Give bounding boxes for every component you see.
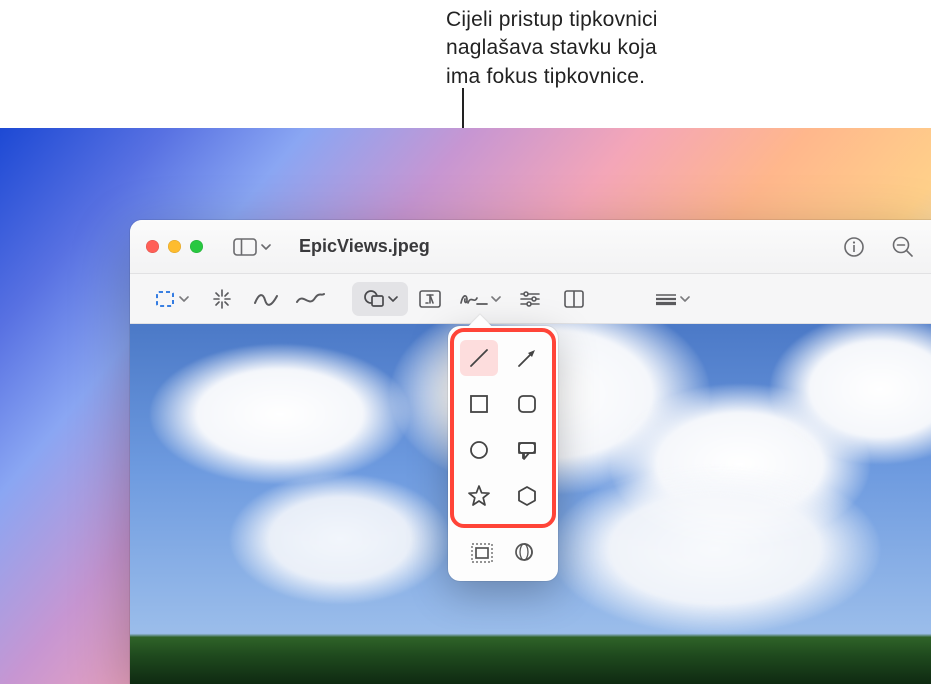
loupe-tool-option[interactable] <box>506 537 544 569</box>
speech-bubble-shape-option[interactable] <box>508 432 546 468</box>
sliders-icon <box>518 290 542 308</box>
desktop-background: EpicViews.jpeg <box>0 128 931 684</box>
callout-line-2: naglašava stavku koja <box>446 34 658 62</box>
square-shape-option[interactable] <box>460 386 498 422</box>
sign-tool-button[interactable] <box>452 282 508 316</box>
cloud-decoration <box>230 474 450 604</box>
traffic-lights <box>146 240 203 253</box>
minimize-button[interactable] <box>168 240 181 253</box>
close-button[interactable] <box>146 240 159 253</box>
circle-shape-option[interactable] <box>460 432 498 468</box>
text-tool-button[interactable] <box>408 282 452 316</box>
info-icon <box>843 236 865 258</box>
markup-toolbar <box>130 274 931 324</box>
sparkle-icon <box>210 288 234 310</box>
chevron-down-icon <box>491 294 501 304</box>
shapes-tool-button[interactable] <box>352 282 408 316</box>
star-icon <box>467 484 491 508</box>
chevron-down-icon <box>680 294 690 304</box>
chevron-down-icon <box>179 294 189 304</box>
callout-text: Cijeli pristup tipkovnici naglašava stav… <box>446 6 658 91</box>
maximize-button[interactable] <box>190 240 203 253</box>
callout-line-1: Cijeli pristup tipkovnici <box>446 6 658 34</box>
zoom-out-button[interactable] <box>891 235 915 259</box>
preview-window: EpicViews.jpeg <box>130 220 931 684</box>
rounded-square-icon <box>516 393 538 415</box>
speech-bubble-icon <box>515 439 539 461</box>
titlebar: EpicViews.jpeg <box>130 220 931 274</box>
text-box-icon <box>418 289 442 309</box>
zoom-out-icon <box>891 235 915 259</box>
shape-grid <box>456 334 550 522</box>
arrow-icon <box>515 346 539 370</box>
window-title: EpicViews.jpeg <box>299 236 430 257</box>
sketch-tool-button[interactable] <box>288 282 332 316</box>
line-shape-option[interactable] <box>460 340 498 376</box>
scribble-icon <box>253 290 279 308</box>
line-weight-icon <box>654 292 678 306</box>
shapes-popover <box>448 326 558 581</box>
shapes-icon <box>362 289 386 309</box>
wave-icon <box>295 290 325 308</box>
cloud-decoration <box>150 344 410 484</box>
circle-icon <box>468 439 490 461</box>
loupe-icon <box>513 541 537 565</box>
sidebar-toggle-button[interactable] <box>233 238 271 256</box>
hexagon-icon <box>516 485 538 507</box>
crop-icon <box>563 289 585 309</box>
select-icon <box>155 289 177 309</box>
info-button[interactable] <box>843 236 865 258</box>
popover-divider <box>458 526 548 527</box>
chevron-down-icon <box>388 294 398 304</box>
signature-icon <box>459 290 489 308</box>
chevron-down-icon <box>261 242 271 252</box>
mask-tool-option[interactable] <box>463 537 501 569</box>
hexagon-shape-option[interactable] <box>508 478 546 514</box>
rounded-square-shape-option[interactable] <box>508 386 546 422</box>
line-icon <box>467 346 491 370</box>
star-shape-option[interactable] <box>460 478 498 514</box>
popover-footer <box>456 535 550 571</box>
arrow-shape-option[interactable] <box>508 340 546 376</box>
instant-alpha-button[interactable] <box>200 282 244 316</box>
line-style-button[interactable] <box>644 282 700 316</box>
callout-line-3: ima fokus tipkovnice. <box>446 63 658 91</box>
mask-icon <box>470 542 494 564</box>
select-tool-button[interactable] <box>144 282 200 316</box>
adjust-color-button[interactable] <box>508 282 552 316</box>
sidebar-icon <box>233 238 257 256</box>
square-icon <box>468 393 490 415</box>
cloud-decoration <box>550 464 880 634</box>
draw-tool-button[interactable] <box>244 282 288 316</box>
crop-tool-button[interactable] <box>552 282 596 316</box>
